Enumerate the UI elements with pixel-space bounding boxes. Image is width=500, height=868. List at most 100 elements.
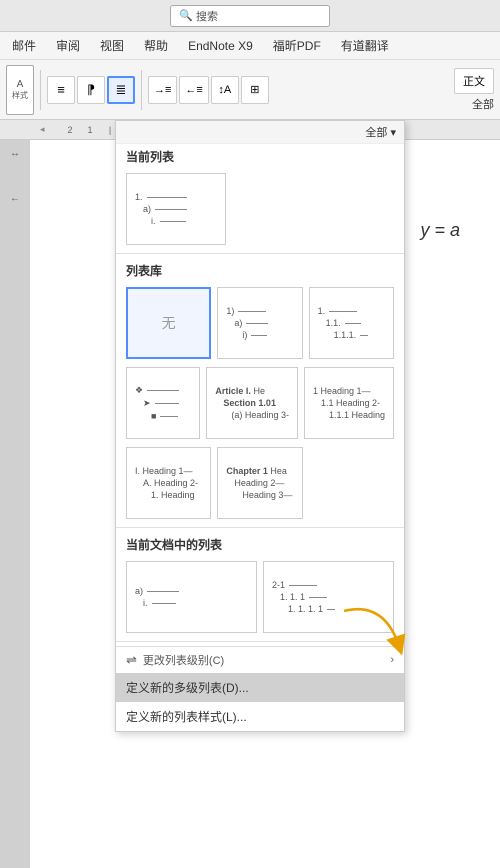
menu-endnote[interactable]: EndNote X9 (184, 37, 257, 55)
lib5-line2: 1.1 Heading 2- (321, 398, 380, 408)
doc-list-item-1[interactable]: 2-1 1. 1. 1 1. 1. 1. 1 (263, 561, 394, 633)
doc1-line1: 2-1 (272, 580, 317, 590)
left-icon-2: ← (10, 193, 20, 204)
ribbon: A 样式 ≡ ⁋ ≣ →≡ ←≡ ↕A ⊞ 正文 全部 (0, 60, 500, 120)
dash-3 (160, 221, 186, 222)
search-box[interactable]: 🔍 搜索 (170, 5, 330, 27)
change-level-icon: ⇌ (126, 652, 137, 668)
formula-text: y = a (420, 220, 460, 240)
bullet-list-btn[interactable]: ≡ (47, 76, 75, 104)
library-item-3[interactable]: ❖ ➤ ■ (126, 367, 200, 439)
math-formula: y = a (420, 220, 460, 241)
library-item-7[interactable]: Chapter 1 Hea Heading 2— Heading 3— (217, 447, 302, 519)
library-item-none[interactable]: 无 (126, 287, 211, 359)
lib1-line2: a) (234, 318, 268, 328)
filter-all-btn[interactable]: 全部 ▾ (365, 124, 396, 140)
define-multilevel-btn[interactable]: 定义新的多级列表(D)... (116, 673, 404, 702)
define-multilevel-label: 定义新的多级列表(D)... (126, 679, 249, 696)
lib6-line1: I. Heading 1— (135, 466, 193, 476)
library-item-4[interactable]: Article I. He Section 1.01 (a) Heading 3… (206, 367, 298, 439)
lib1-line1: 1) (226, 306, 266, 316)
current-list-grid: 1. a) i. (116, 169, 404, 249)
indent-right-btn[interactable]: →≡ (148, 76, 177, 104)
style-icon-btn[interactable]: A 样式 (6, 65, 34, 115)
menu-help[interactable]: 帮助 (140, 35, 172, 56)
none-label: 无 (162, 313, 176, 333)
preview-line-1: 1. (135, 192, 187, 202)
divider-after-current (116, 253, 404, 254)
lib7-line1: Chapter 1 Hea (226, 466, 287, 476)
sort-btn[interactable]: ↕A (211, 76, 239, 104)
lib7-line3: Heading 3— (242, 490, 292, 500)
bottom-actions: ⇌ 更改列表级别(C) › 定义新的多级列表(D)... 定义新的列表样式(L)… (116, 646, 404, 731)
search-icon: 🔍 (179, 9, 193, 22)
current-list-preview[interactable]: 1. a) i. (126, 173, 226, 245)
change-level-label: 更改列表级别(C) (143, 652, 224, 668)
style-icon-label: 样式 (12, 90, 28, 101)
filter-label: 全部 (472, 96, 494, 112)
dash-1 (147, 197, 187, 198)
doc-lists-grid: a) i. 2-1 1. 1. 1 1. 1. (116, 557, 404, 637)
lib2-line2: 1.1. (326, 318, 361, 328)
style-icon-a: A (17, 79, 24, 90)
lib5-line3: 1.1.1 Heading (329, 410, 385, 420)
divider-2 (141, 70, 142, 110)
doc-area: ◂ 2 1 | 1 2 3 18 19 20 21 ↔ ← y = a 全部 ▾ (0, 120, 500, 868)
border-btn[interactable]: ⊞ (241, 76, 269, 104)
change-level-row[interactable]: ⇌ 更改列表级别(C) › (116, 647, 404, 673)
current-list-title: 当前列表 (116, 144, 404, 169)
doc1-line3: 1. 1. 1. 1 (288, 604, 335, 614)
left-icon-1: ↔ (10, 148, 20, 159)
numbered-list-btn[interactable]: ⁋ (77, 76, 105, 104)
doc1-line2: 1. 1. 1 (280, 592, 327, 602)
dropdown-menu: 全部 ▾ 当前列表 1. a) i. 列表库 (115, 120, 405, 732)
multilevel-list-btn[interactable]: ≣ (107, 76, 135, 104)
chevron-right-icon: › (390, 654, 394, 666)
divider-1 (40, 70, 41, 110)
divider-after-library (116, 527, 404, 528)
menu-youdao[interactable]: 有道翻译 (337, 35, 393, 56)
preview-line-3: i. (151, 216, 186, 226)
lib4-line3: (a) Heading 3- (231, 410, 289, 420)
doc-lists-title: 当前文档中的列表 (116, 532, 404, 557)
library-item-6[interactable]: I. Heading 1— A. Heading 2- 1. Heading (126, 447, 211, 519)
lib1-line3: i) (242, 330, 267, 340)
doc0-line1: a) (135, 586, 179, 596)
preview-line-2: a) (143, 204, 187, 214)
library-grid-row3: I. Heading 1— A. Heading 2- 1. Heading C… (116, 443, 404, 523)
menu-bar: 邮件 审阅 视图 帮助 EndNote X9 福昕PDF 有道翻译 (0, 32, 500, 60)
style-area: 正文 全部 (454, 68, 494, 112)
filter-text: 全部 (472, 99, 494, 111)
library-grid-row1: 无 1) a) i) 1. (116, 283, 404, 363)
library-item-2[interactable]: 1. 1.1. 1.1.1. (309, 287, 394, 359)
library-item-5[interactable]: 1 Heading 1— 1.1 Heading 2- 1.1.1 Headin… (304, 367, 394, 439)
define-style-btn[interactable]: 定义新的列表样式(L)... (116, 702, 404, 731)
lib3-line2: ➤ (143, 398, 179, 409)
library-grid-row2: ❖ ➤ ■ Article I. He Section 1.01 (116, 363, 404, 443)
title-bar: 🔍 搜索 (0, 0, 500, 32)
doc-left-panel: ↔ ← (0, 140, 30, 868)
doc0-line2: i. (143, 598, 176, 608)
doc-list-item-0[interactable]: a) i. (126, 561, 257, 633)
list-buttons-group: ≡ ⁋ ≣ (47, 76, 135, 104)
menu-view[interactable]: 视图 (96, 35, 128, 56)
lib2-line3: 1.1.1. (334, 330, 369, 340)
dash-2 (155, 209, 187, 210)
library-item-1[interactable]: 1) a) i) (217, 287, 302, 359)
lib6-line2: A. Heading 2- (143, 478, 198, 488)
lib5-line1: 1 Heading 1— (313, 386, 371, 396)
ruler-left: ◂ (40, 124, 60, 135)
divider-before-actions (116, 641, 404, 642)
indent-left-btn[interactable]: ←≡ (179, 76, 208, 104)
lib4-line1: Article I. He (215, 386, 265, 396)
lib7-line2: Heading 2— (234, 478, 284, 488)
indent-buttons-group: →≡ ←≡ ↕A ⊞ (148, 76, 269, 104)
menu-foxitpdf[interactable]: 福昕PDF (269, 35, 325, 56)
menu-review[interactable]: 审阅 (52, 35, 84, 56)
search-placeholder: 搜索 (196, 8, 218, 24)
lib3-line1: ❖ (135, 385, 179, 396)
define-style-label: 定义新的列表样式(L)... (126, 708, 247, 725)
style-name[interactable]: 正文 (454, 68, 494, 94)
menu-mail[interactable]: 邮件 (8, 35, 40, 56)
lib3-line3: ■ (151, 411, 178, 421)
